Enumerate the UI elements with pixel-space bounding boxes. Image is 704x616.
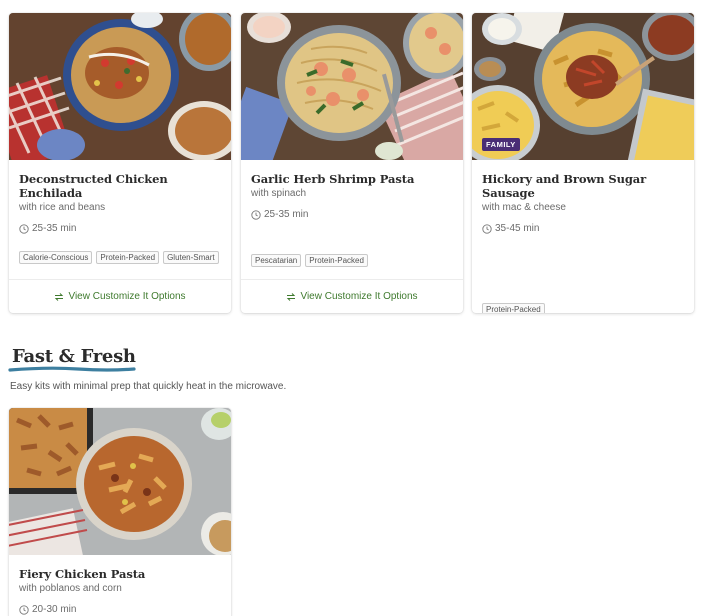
shrimp-pasta-photo [241, 13, 463, 160]
customize-options-label: View Customize It Options [68, 291, 186, 302]
diet-tags: Protein-Packed [482, 303, 684, 313]
diet-tags: Pescatarian Protein-Packed [251, 254, 453, 267]
meal-image-chicken-enchilada[interactable] [9, 13, 231, 160]
meal-subtitle: with spinach [251, 188, 307, 199]
tag-calorie-conscious: Calorie-Conscious [19, 251, 93, 264]
meal-card-fiery-chicken-pasta[interactable]: Fiery Chicken Pasta with poblanos and co… [9, 408, 231, 616]
fiery-chicken-pasta-photo [9, 408, 231, 555]
meal-subtitle: with mac & cheese [482, 202, 566, 213]
meal-card-hickory-sausage[interactable]: FAMILY Hickory and Brown Sugar Sausage w… [472, 13, 694, 313]
meal-card-chicken-enchilada[interactable]: Deconstructed Chicken Enchilada with ric… [9, 13, 231, 313]
meal-title[interactable]: Fiery Chicken Pasta [19, 567, 221, 581]
meal-title[interactable]: Garlic Herb Shrimp Pasta [251, 172, 453, 186]
cook-time: 25-35 min [251, 209, 453, 220]
tag-pescatarian: Pescatarian [251, 254, 302, 267]
meal-subtitle: with rice and beans [19, 202, 106, 213]
cook-time-value: 25-35 min [264, 209, 309, 220]
cook-time: 20-30 min [19, 604, 221, 615]
tag-protein-packed: Protein-Packed [96, 251, 160, 264]
family-badge: FAMILY [482, 138, 520, 151]
customize-options-link[interactable]: View Customize It Options [9, 279, 231, 313]
meal-card-shrimp-pasta[interactable]: Garlic Herb Shrimp Pasta with spinach 25… [241, 13, 463, 313]
clock-icon [19, 604, 29, 615]
section-description: Easy kits with minimal prep that quickly… [10, 381, 287, 392]
tag-gluten-smart: Gluten-Smart [163, 251, 219, 264]
clock-icon [19, 223, 29, 234]
tag-protein-packed: Protein-Packed [482, 303, 545, 313]
customize-options-label: View Customize It Options [300, 291, 418, 302]
section-title-underline [8, 366, 136, 372]
section-title: Fast & Fresh [12, 346, 136, 367]
meal-title[interactable]: Hickory and Brown Sugar Sausage [482, 172, 684, 200]
cook-time-value: 20-30 min [32, 604, 77, 615]
swap-arrows-icon [55, 292, 64, 301]
chicken-enchilada-photo [9, 13, 231, 160]
clock-icon [251, 209, 261, 220]
meal-image-hickory-sausage[interactable]: FAMILY [472, 13, 694, 160]
meal-subtitle: with poblanos and corn [19, 583, 122, 594]
cook-time: 35-45 min [482, 223, 684, 234]
meal-title[interactable]: Deconstructed Chicken Enchilada [19, 172, 221, 200]
meal-image-fiery-chicken-pasta[interactable] [9, 408, 231, 555]
clock-icon [482, 223, 492, 234]
meal-image-shrimp-pasta[interactable] [241, 13, 463, 160]
cook-time-value: 35-45 min [495, 223, 540, 234]
cook-time: 25-35 min [19, 223, 221, 234]
diet-tags: Calorie-Conscious Protein-Packed Gluten-… [19, 251, 221, 264]
cook-time-value: 25-35 min [32, 223, 77, 234]
customize-options-link[interactable]: View Customize It Options [241, 279, 463, 313]
tag-protein-packed: Protein-Packed [305, 254, 368, 267]
swap-arrows-icon [287, 292, 296, 301]
